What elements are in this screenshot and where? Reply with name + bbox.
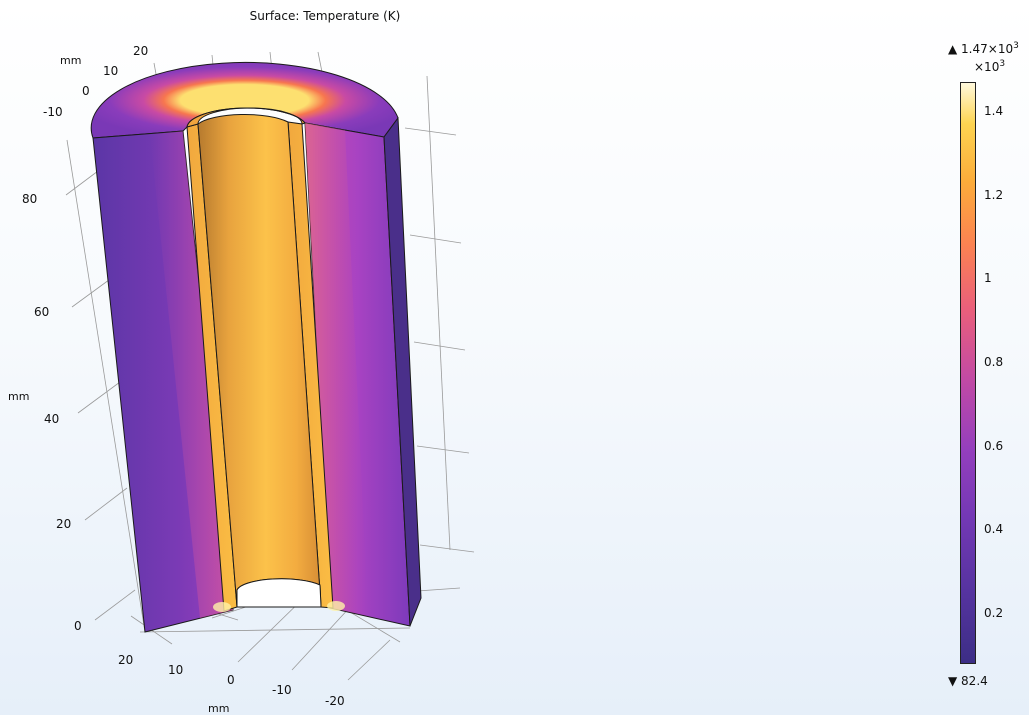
colorbar-min-value: 82.4 — [961, 674, 988, 688]
colorbar-tick-3: 0.8 — [984, 355, 1004, 370]
y-axis-label: mm — [60, 54, 81, 67]
x-tick-minus-10: -10 — [272, 683, 292, 697]
colorbar-tick-2: 0.6 — [984, 438, 1004, 453]
x-tick-minus-20: -20 — [325, 694, 345, 708]
colorbar-multiplier-exponent: 3 — [999, 59, 1006, 69]
z-tick-80: 80 — [22, 192, 37, 206]
z-tick-0: 0 — [74, 619, 82, 633]
hot-spot-right — [327, 601, 345, 611]
z-axis-label: mm — [8, 390, 29, 403]
colorbar-tick-6: 1.4 — [984, 104, 1004, 119]
colorbar-max-exponent: 3 — [1013, 41, 1019, 51]
x-tick-0: 0 — [227, 673, 235, 687]
colorbar-min-label: ▼ 82.4 — [948, 674, 988, 688]
colorbar-tick-5: 1.2 — [984, 187, 1004, 202]
hot-spot-left — [213, 602, 231, 612]
colorbar-tick-0: 0.2 — [984, 605, 1004, 620]
plot-3d-scene[interactable]: 0 20 40 60 80 mm 20 10 0 -10 mm 20 10 0 … — [0, 0, 1029, 715]
inner-bottom-opening — [236, 578, 322, 608]
z-tick-40: 40 — [44, 412, 59, 426]
colorbar-multiplier: ×103 — [974, 59, 1005, 74]
colorbar — [960, 82, 976, 664]
x-tick-20: 20 — [118, 653, 133, 667]
z-tick-60: 60 — [34, 305, 49, 319]
y-tick-minus-10: -10 — [43, 105, 63, 119]
x-tick-10: 10 — [168, 663, 183, 677]
colorbar-tick-4: 1 — [984, 271, 992, 286]
colorbar-tick-1: 0.4 — [984, 522, 1004, 537]
x-axis-label: mm — [208, 702, 229, 715]
z-tick-20: 20 — [56, 517, 71, 531]
y-tick-10: 10 — [103, 64, 118, 78]
colorbar-max-label: ▲ 1.47×103 — [948, 41, 1019, 56]
y-tick-20: 20 — [133, 44, 148, 58]
colorbar-max-value: 1.47×10 — [961, 42, 1014, 56]
colorbar-multiplier-base: ×10 — [974, 60, 1000, 74]
y-tick-0: 0 — [82, 84, 90, 98]
